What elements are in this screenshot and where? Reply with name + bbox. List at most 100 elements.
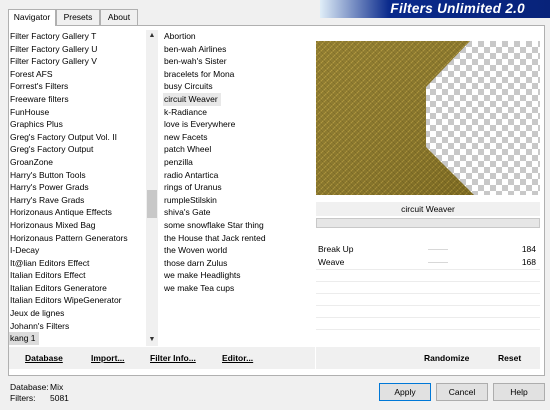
filter-item[interactable]: those darn Zulus <box>163 257 303 270</box>
tab-about[interactable]: About <box>100 9 138 25</box>
filter-item[interactable]: love is Everywhere <box>163 118 303 131</box>
filter-item-label: ben-wah's Sister <box>164 56 227 67</box>
editor-button[interactable]: Editor... <box>222 353 253 363</box>
category-item-label: Freeware filters <box>10 93 69 104</box>
category-item[interactable]: Horizonaus Antique Effects <box>9 206 147 219</box>
filter-item[interactable]: we make Headlights <box>163 269 303 282</box>
help-button[interactable]: Help <box>493 383 545 401</box>
category-item-label: Italian Editors Generatore <box>10 282 107 293</box>
category-item[interactable]: Forrest's Filters <box>9 80 147 93</box>
category-item[interactable]: Horizonaus Pattern Generators <box>9 232 147 245</box>
filter-item[interactable]: ben-wah Airlines <box>163 43 303 56</box>
preview-render <box>316 41 474 195</box>
filters-count-label: Filters: <box>10 392 36 403</box>
category-item-label: Filter Factory Gallery U <box>10 43 98 54</box>
database-info: Database:Mix Filters: 5081 <box>10 382 69 403</box>
category-item[interactable]: Johann's Filters <box>9 320 147 333</box>
reset-button[interactable]: Reset <box>498 353 521 363</box>
database-info-label: Database: <box>10 382 49 392</box>
category-item[interactable]: Italian Editors WipeGenerator <box>9 294 147 307</box>
filter-item[interactable]: bracelets for Mona <box>163 68 303 81</box>
tab-navigator[interactable]: Navigator <box>8 9 56 26</box>
filter-item-label: those darn Zulus <box>164 257 228 268</box>
preview-filter-name: circuit Weaver <box>316 202 540 216</box>
param-empty-row <box>316 293 540 305</box>
scroll-down-icon[interactable]: ▼ <box>146 334 158 346</box>
param-weave[interactable]: Weave 168 <box>316 256 540 269</box>
filter-item[interactable]: k-Radiance <box>163 106 303 119</box>
filter-item-label: patch Wheel <box>164 144 212 155</box>
category-item[interactable]: Filter Factory Gallery T <box>9 30 147 43</box>
category-list[interactable]: Filter Factory Gallery T Filter Factory G… <box>9 30 147 346</box>
category-item[interactable]: Italian Editors Generatore <box>9 282 147 295</box>
filter-item[interactable]: shiva's Gate <box>163 206 303 219</box>
filter-item-label: circuit Weaver <box>163 92 221 106</box>
filter-item[interactable]: penzilla <box>163 156 303 169</box>
category-item-label: Johann's Filters <box>10 320 70 331</box>
database-button[interactable]: Database <box>25 353 63 363</box>
category-item[interactable]: Jeux de lignes <box>9 307 147 320</box>
category-item[interactable]: Horizonaus Mixed Bag <box>9 219 147 232</box>
category-item[interactable]: It@lian Editors Effect <box>9 257 147 270</box>
filter-item-label: ben-wah Airlines <box>164 43 227 54</box>
filter-item[interactable]: the House that Jack rented <box>163 232 303 245</box>
param-slider[interactable] <box>428 249 448 250</box>
category-item-label: Italian Editors Effect <box>10 270 86 281</box>
category-item[interactable]: Harry's Rave Grads <box>9 194 147 207</box>
category-item[interactable]: Harry's Button Tools <box>9 169 147 182</box>
randomize-button[interactable]: Randomize <box>424 353 469 363</box>
filter-item-label: bracelets for Mona <box>164 68 235 79</box>
category-item[interactable]: Filter Factory Gallery V <box>9 55 147 68</box>
category-item[interactable]: I-Decay <box>9 244 147 257</box>
filter-item[interactable]: some snowflake Star thing <box>163 219 303 232</box>
apply-button[interactable]: Apply <box>379 383 431 401</box>
category-item[interactable]: GroanZone <box>9 156 147 169</box>
category-item[interactable]: kang 2 <box>9 345 147 347</box>
filter-info-button[interactable]: Filter Info... <box>150 353 196 363</box>
filter-item-label: k-Radiance <box>164 106 207 117</box>
filter-list[interactable]: Abortion ben-wah Airlines ben-wah's Sister… <box>163 30 303 346</box>
filter-item[interactable]: we make Tea cups <box>163 282 303 295</box>
category-item[interactable]: Greg's Factory Output Vol. II <box>9 131 147 144</box>
preview-image[interactable] <box>316 41 540 195</box>
scroll-thumb[interactable] <box>147 190 157 218</box>
filter-item-label: love is Everywhere <box>164 119 236 130</box>
filter-item[interactable]: busy Circuits <box>163 80 303 93</box>
category-item[interactable]: Filter Factory Gallery U <box>9 43 147 56</box>
filter-item-label: rumpleStilskin <box>164 194 217 205</box>
category-item[interactable]: Graphics Plus <box>9 118 147 131</box>
filter-item[interactable]: patch Wheel <box>163 143 303 156</box>
param-slider[interactable] <box>428 262 448 263</box>
category-item[interactable]: Forest AFS <box>9 68 147 81</box>
param-empty-row <box>316 329 540 341</box>
filter-item[interactable]: the Woven world <box>163 244 303 257</box>
filter-item[interactable]: Abortion <box>163 30 303 43</box>
import-button[interactable]: Import... <box>91 353 125 363</box>
filter-item-label: we make Tea cups <box>164 282 235 293</box>
filter-item[interactable]: rings of Uranus <box>163 181 303 194</box>
category-scrollbar[interactable]: ▲ ▼ <box>146 30 158 346</box>
filter-item[interactable]: circuit Weaver <box>163 92 303 106</box>
category-item[interactable]: FunHouse <box>9 106 147 119</box>
filter-item[interactable]: ben-wah's Sister <box>163 55 303 68</box>
cancel-button[interactable]: Cancel <box>436 383 488 401</box>
param-break-up[interactable]: Break Up 184 <box>316 243 540 256</box>
category-item-label: Forrest's Filters <box>10 81 69 92</box>
filter-item[interactable]: rumpleStilskin <box>163 194 303 207</box>
filter-item-label: rings of Uranus <box>164 182 222 193</box>
category-item-label: Horizonaus Antique Effects <box>10 207 112 218</box>
editor-label: Editor... <box>222 353 254 363</box>
app-title: Filters Unlimited 2.0 <box>390 1 525 16</box>
category-item-label: Harry's Button Tools <box>10 169 86 180</box>
category-item[interactable]: Freeware filters <box>9 93 147 106</box>
category-item[interactable]: Italian Editors Effect <box>9 269 147 282</box>
category-item[interactable]: Greg's Factory Output <box>9 143 147 156</box>
filter-info-label: Filter Info... <box>150 353 196 363</box>
filter-item[interactable]: radio Antartica <box>163 169 303 182</box>
category-item[interactable]: Harry's Power Grads <box>9 181 147 194</box>
scroll-up-icon[interactable]: ▲ <box>146 30 158 42</box>
preview-toolbar: Randomize Reset <box>316 347 540 369</box>
tab-presets[interactable]: Presets <box>56 9 100 25</box>
filter-item[interactable]: new Facets <box>163 131 303 144</box>
category-item[interactable]: kang 1 <box>9 332 147 345</box>
